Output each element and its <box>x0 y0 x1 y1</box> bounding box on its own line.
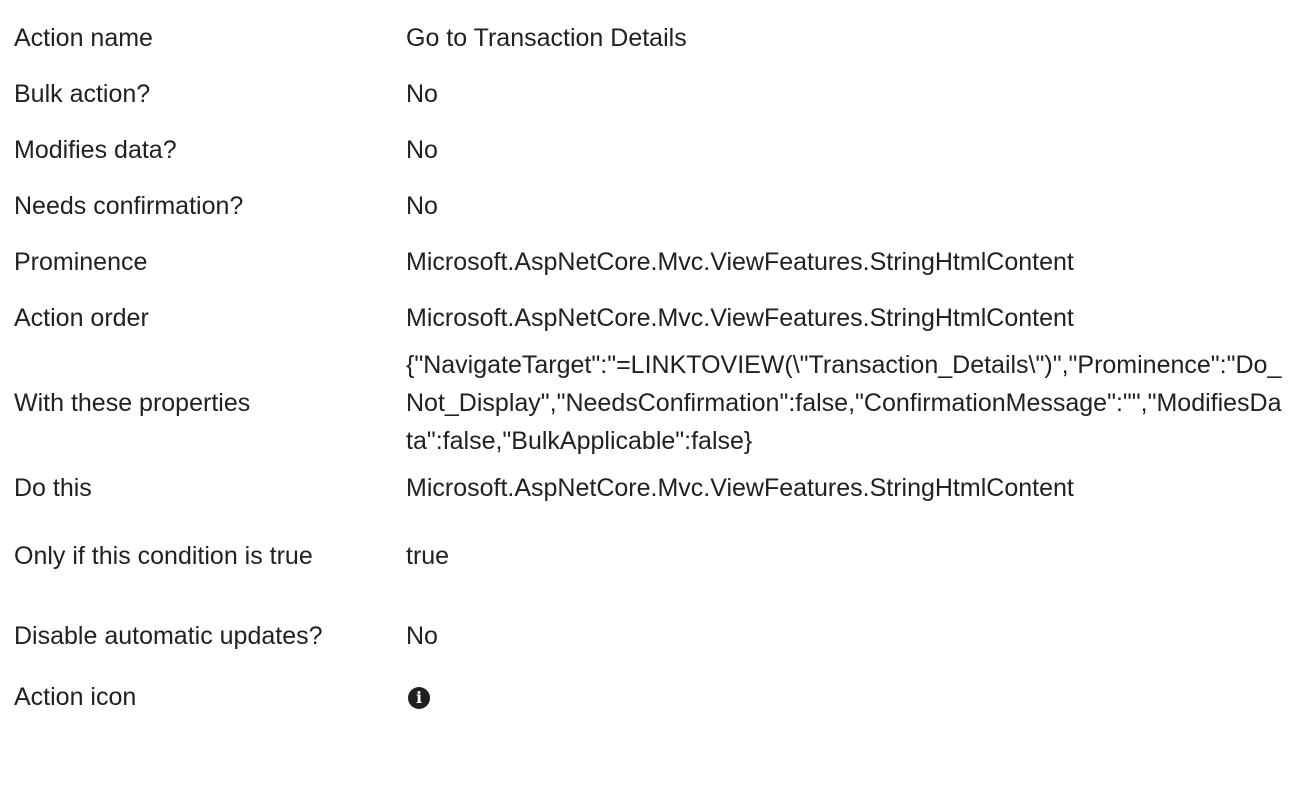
property-value: No <box>406 622 438 650</box>
property-value: Microsoft.AspNetCore.Mvc.ViewFeatures.St… <box>406 304 1074 332</box>
property-row-modifies-data: Modifies data? No <box>14 122 1286 178</box>
property-label: Action order <box>14 304 149 332</box>
property-row-with-these-properties: With these properties {"NavigateTarget":… <box>14 346 1286 460</box>
property-value: Microsoft.AspNetCore.Mvc.ViewFeatures.St… <box>406 248 1074 276</box>
property-value: No <box>406 192 438 220</box>
property-label: Needs confirmation? <box>14 192 244 220</box>
property-value: Go to Transaction Details <box>406 24 687 52</box>
property-label: Action icon <box>14 683 137 711</box>
property-row-needs-confirmation: Needs confirmation? No <box>14 178 1286 234</box>
property-label: Only if this condition is true <box>14 542 313 570</box>
property-value: true <box>406 542 450 570</box>
property-row-do-this: Do this Microsoft.AspNetCore.Mvc.ViewFea… <box>14 460 1286 516</box>
property-label: Disable automatic updates? <box>14 622 323 650</box>
property-row-action-icon: Action icon i <box>14 676 1286 716</box>
action-properties-table: Action name Go to Transaction Details Bu… <box>14 10 1286 716</box>
property-row-action-name: Action name Go to Transaction Details <box>14 10 1286 66</box>
property-row-bulk-action: Bulk action? No <box>14 66 1286 122</box>
property-row-disable-updates: Disable automatic updates? No <box>14 596 1286 676</box>
info-circle-icon: i <box>408 687 430 710</box>
property-value: i <box>406 676 1286 716</box>
property-row-prominence: Prominence Microsoft.AspNetCore.Mvc.View… <box>14 234 1286 290</box>
property-row-action-order: Action order Microsoft.AspNetCore.Mvc.Vi… <box>14 290 1286 346</box>
property-value: No <box>406 80 438 108</box>
property-label: Action name <box>14 24 153 52</box>
property-value: {"NavigateTarget":"=LINKTOVIEW(\"Transac… <box>406 351 1282 455</box>
property-row-condition: Only if this condition is true true <box>14 516 1286 596</box>
property-label: Bulk action? <box>14 80 151 108</box>
property-label: With these properties <box>14 389 251 417</box>
property-label: Prominence <box>14 248 148 276</box>
property-value: Microsoft.AspNetCore.Mvc.ViewFeatures.St… <box>406 474 1074 502</box>
property-label: Do this <box>14 474 92 502</box>
property-value: No <box>406 136 438 164</box>
property-label: Modifies data? <box>14 136 177 164</box>
